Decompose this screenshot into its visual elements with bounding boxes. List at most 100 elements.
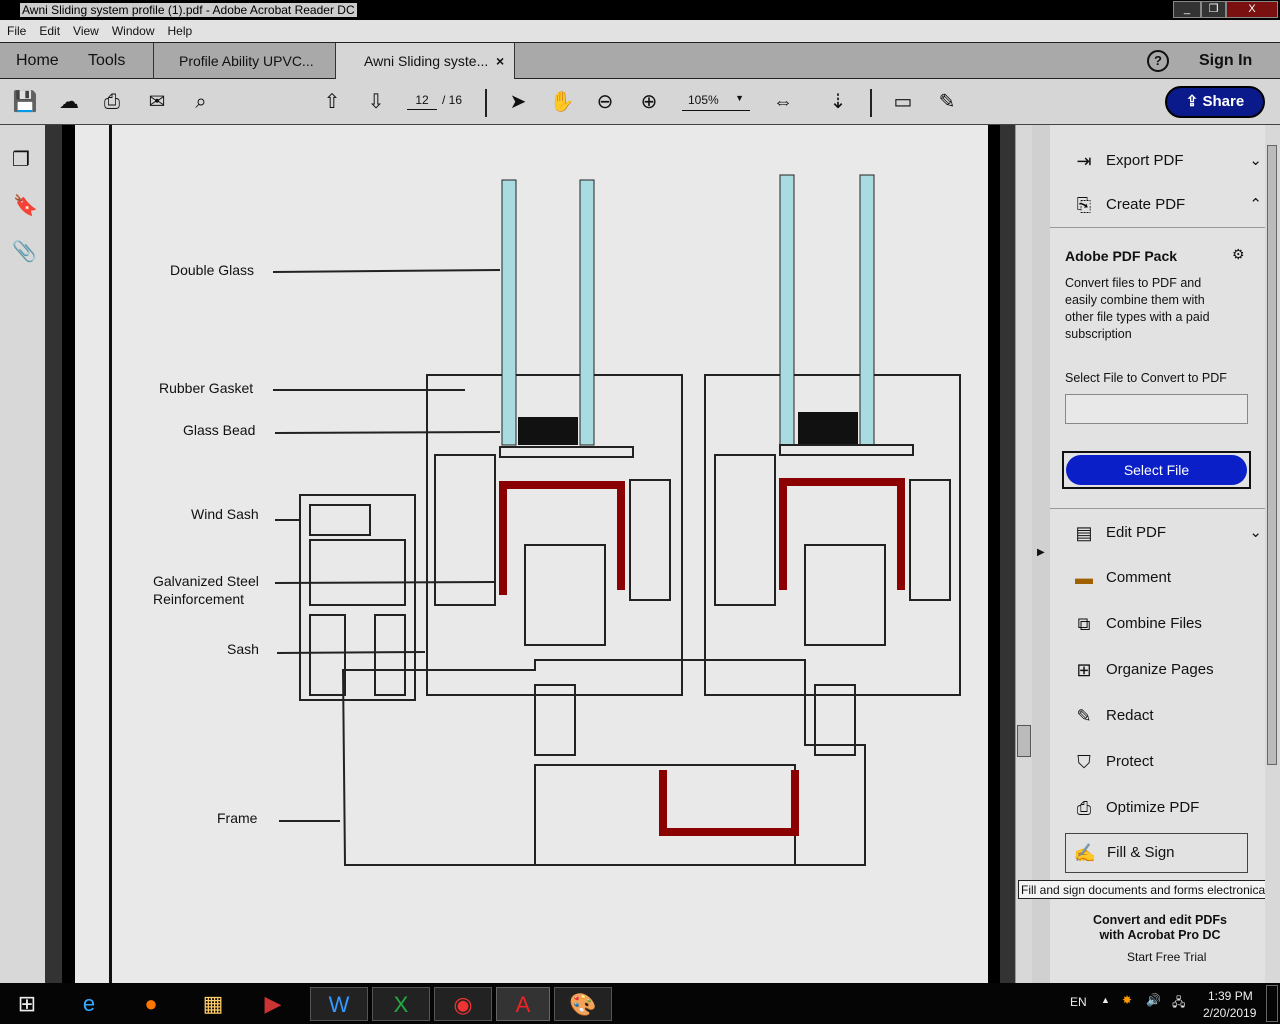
help-icon[interactable]: ? (1147, 50, 1169, 72)
tool-combine-files[interactable]: ⧉ Combine Files (1072, 609, 1202, 639)
tool-redact[interactable]: ✎ Redact (1072, 701, 1154, 731)
upload-cloud-icon[interactable]: ☁ (56, 89, 82, 115)
excel-icon[interactable]: X (372, 987, 430, 1021)
print-icon[interactable]: ⎙ (99, 89, 125, 115)
acrobat-icon[interactable]: A (496, 987, 550, 1021)
start-free-trial-link[interactable]: Start Free Trial (1127, 950, 1206, 964)
tab-document-awni[interactable]: Awni Sliding syste... × (335, 43, 515, 80)
restore-button[interactable]: ❐ (1201, 1, 1226, 18)
menu-window[interactable]: Window (105, 20, 161, 38)
tool-fill-sign[interactable]: ✍ Fill & Sign (1065, 833, 1248, 873)
select-file-input[interactable] (1065, 394, 1248, 424)
tool-label: Edit PDF (1106, 524, 1167, 541)
language-indicator[interactable]: EN (1070, 995, 1087, 1009)
search-icon[interactable]: ⌕ (188, 89, 214, 115)
firefox-icon[interactable]: ● (128, 987, 174, 1021)
scrollbar-thumb[interactable] (1267, 145, 1277, 765)
menu-file[interactable]: File (0, 20, 32, 38)
tab-bar: Home Tools Profile Ability UPVC... Awni … (0, 42, 1280, 80)
tool-create-pdf[interactable]: ⎘ Create PDF ⌃ (1072, 190, 1262, 220)
save-icon[interactable]: 💾 (12, 89, 38, 115)
create-pdf-icon: ⎘ (1076, 195, 1092, 215)
chevron-right-icon[interactable]: ▶ (1037, 547, 1045, 558)
close-button[interactable]: X (1226, 1, 1278, 18)
next-page-icon[interactable]: ⇩ (363, 89, 389, 115)
sign-in-button[interactable]: Sign In (1199, 43, 1252, 79)
tool-label: Comment (1106, 569, 1172, 586)
pages-thumbnail-icon[interactable]: ❐ (12, 147, 30, 172)
tool-label: Redact (1106, 707, 1154, 724)
scrollbar-thumb[interactable] (1017, 725, 1031, 757)
hand-tool-icon[interactable]: ✋ (549, 89, 575, 115)
menu-help[interactable]: Help (161, 20, 199, 38)
tool-export-pdf[interactable]: ⇥ Export PDF ⌄ (1072, 146, 1262, 176)
tab-tools[interactable]: Tools (88, 43, 125, 79)
chrome-icon[interactable]: ◉ (434, 987, 492, 1021)
fill-sign-icon: ✍ (1073, 843, 1097, 863)
share-icon: ⇪ (1185, 93, 1203, 110)
start-button-icon[interactable]: ⊞ (4, 987, 50, 1021)
comment-icon[interactable]: ▭ (890, 89, 916, 115)
fit-page-icon[interactable]: ⇔ (770, 89, 796, 115)
attachment-icon[interactable]: 📎 (12, 239, 37, 264)
tools-pane: ⇥ Export PDF ⌄ ⎘ Create PDF ⌃ Adobe PDF Pack… (1050, 125, 1265, 983)
show-desktop-button[interactable] (1266, 985, 1278, 1022)
network-icon[interactable]: 🖧 (1172, 993, 1185, 1014)
document-scrollbar[interactable] (1015, 125, 1032, 983)
tool-comment[interactable]: ▬ Comment (1072, 563, 1171, 593)
chevron-down-icon: ⌄ (1249, 152, 1262, 169)
promo-text: Convert and edit PDFs with Acrobat Pro D… (1092, 913, 1228, 942)
label-rubber-gasket: Rubber Gasket (159, 380, 254, 396)
paint-icon[interactable]: 🎨 (554, 987, 612, 1021)
tool-optimize-pdf[interactable]: ⎙ Optimize PDF (1072, 793, 1200, 823)
volume-icon[interactable]: 🔊 (1146, 993, 1161, 1007)
tool-protect[interactable]: ⛉ Protect (1072, 747, 1154, 777)
zoom-out-icon[interactable]: ⊖ (592, 89, 618, 115)
tool-label: Organize Pages (1106, 661, 1214, 678)
clock-time[interactable]: 1:39 PM (1208, 989, 1253, 1003)
tool-edit-pdf[interactable]: ▤ Edit PDF ⌄ (1072, 518, 1262, 548)
combine-files-icon: ⧉ (1077, 614, 1091, 634)
word-icon[interactable]: W (310, 987, 368, 1021)
pack-description: Convert files to PDF and easily combine … (1065, 276, 1210, 341)
left-nav-panel: ❐ 🔖 📎 ◀ (0, 125, 58, 983)
email-icon[interactable]: ✉ (144, 89, 170, 115)
internet-explorer-icon[interactable]: e (66, 987, 112, 1021)
zoom-in-icon[interactable]: ⊕ (636, 89, 662, 115)
minimize-button[interactable]: _ (1173, 1, 1201, 18)
label-sash: Sash (227, 641, 259, 657)
highlight-pen-icon[interactable]: ✎ (934, 89, 960, 115)
share-button[interactable]: ⇪ Share (1165, 86, 1265, 118)
bookmark-icon[interactable]: 🔖 (13, 193, 38, 218)
file-explorer-icon[interactable]: ▦ (190, 987, 236, 1021)
close-tab-icon[interactable]: × (496, 43, 504, 79)
optimize-pdf-icon: ⎙ (1076, 798, 1092, 818)
antivirus-tray-icon[interactable]: ✸ (1122, 993, 1132, 1007)
menu-edit[interactable]: Edit (32, 20, 66, 38)
chevron-down-icon: ▼ (735, 93, 744, 103)
window-title: Awni Sliding system profile (1).pdf - Ad… (20, 3, 357, 17)
previous-page-icon[interactable]: ⇧ (319, 89, 345, 115)
pack-options-icon[interactable]: ⚙ (1232, 246, 1245, 263)
page-number-input[interactable]: 12 (407, 93, 437, 110)
edit-pdf-icon: ▤ (1075, 523, 1093, 543)
tab-home[interactable]: Home (16, 43, 59, 79)
media-player-icon[interactable]: ▶ (250, 987, 296, 1021)
tool-label: Export PDF (1106, 152, 1184, 169)
toolbar: 💾 ☁ ⎙ ✉ ⌕ ⇧ ⇩ 12 / 16 ➤ ✋ ⊖ ⊕ 105% ▼ ⇔ ⇣ … (0, 79, 1280, 125)
menu-view[interactable]: View (66, 20, 105, 38)
scroll-mode-icon[interactable]: ⇣ (825, 89, 851, 115)
page-total: / 16 (442, 93, 463, 107)
collapse-right-panel[interactable]: ▶ (1032, 125, 1050, 983)
zoom-select[interactable]: 105% ▼ (682, 93, 750, 111)
tool-label: Protect (1106, 753, 1154, 770)
show-hidden-icons[interactable]: ▲ (1101, 995, 1110, 1005)
tool-organize-pages[interactable]: ⊞ Organize Pages (1072, 655, 1214, 685)
tools-pane-scrollbar[interactable] (1265, 125, 1280, 983)
clock-date[interactable]: 2/20/2019 (1203, 1006, 1256, 1020)
select-file-button[interactable]: Select File (1066, 455, 1247, 485)
select-file-button-frame: Select File (1062, 451, 1251, 489)
window-profile-diagram (272, 174, 961, 866)
select-cursor-icon[interactable]: ➤ (505, 89, 531, 115)
tab-document-profile[interactable]: Profile Ability UPVC... (153, 43, 335, 79)
